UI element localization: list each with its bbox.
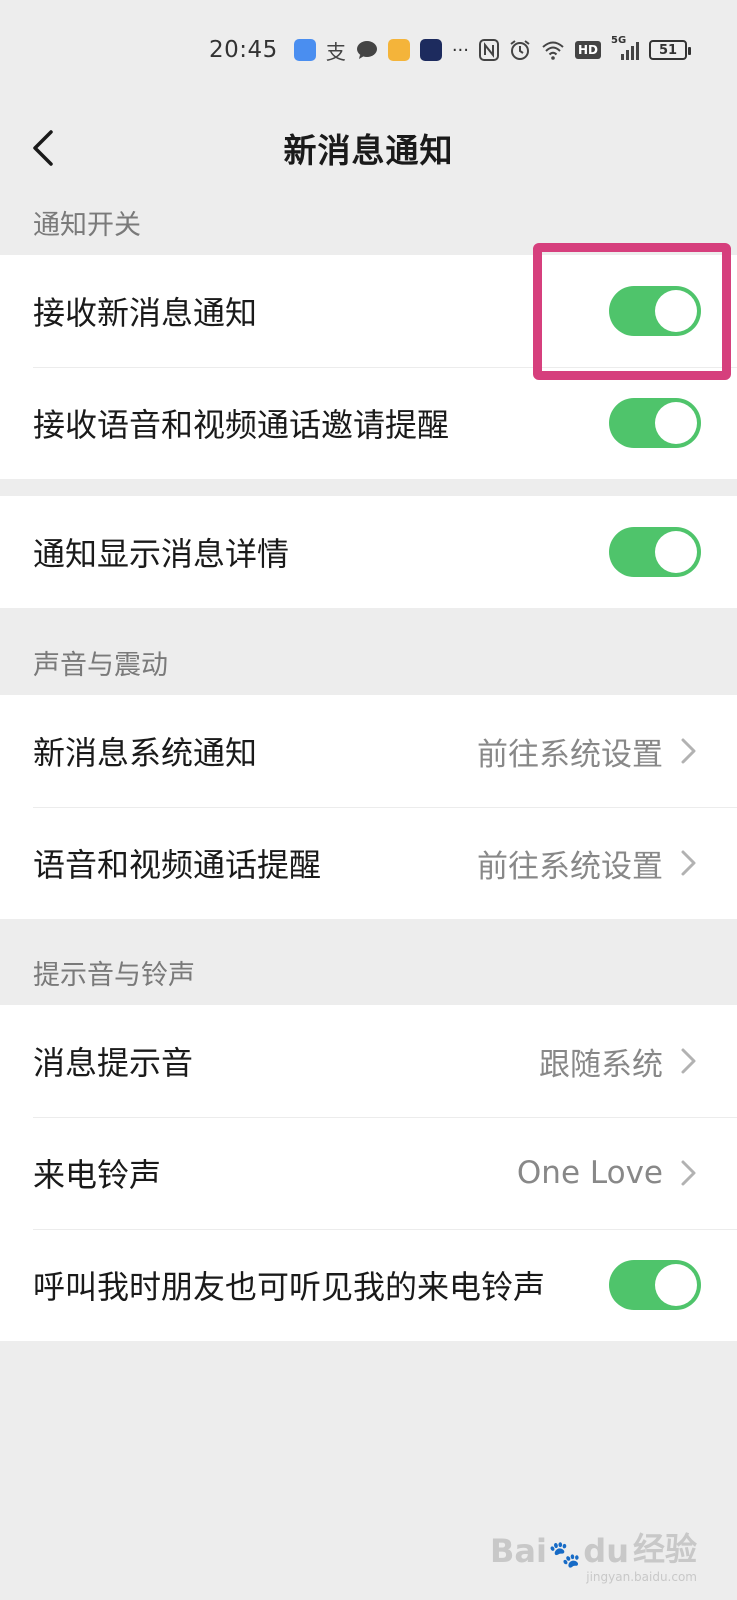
highlight-annotation-box bbox=[533, 243, 731, 380]
row-label: 通知显示消息详情 bbox=[33, 535, 290, 573]
watermark-suffix: 经验 bbox=[632, 1530, 697, 1568]
row-call-reminder[interactable]: 语音和视频通话提醒 前往系统设置 bbox=[0, 807, 737, 919]
watermark-brand2: du bbox=[583, 1532, 629, 1570]
chevron-right-icon bbox=[681, 850, 696, 876]
status-time: 20:45 bbox=[209, 37, 278, 63]
toggle-knob bbox=[655, 402, 697, 444]
signal-icon: 5G bbox=[611, 35, 639, 61]
more-dots: ··· bbox=[451, 39, 469, 61]
row-friends-hear-ringtone[interactable]: 呼叫我时朋友也可听见我的来电铃声 bbox=[0, 1229, 737, 1341]
row-value: One Love bbox=[516, 1155, 663, 1191]
row-label: 呼叫我时朋友也可听见我的来电铃声 bbox=[33, 1268, 546, 1306]
row-label: 来电铃声 bbox=[33, 1156, 162, 1194]
row-show-message-details[interactable]: 通知显示消息详情 bbox=[0, 496, 737, 608]
alarm-icon bbox=[509, 39, 531, 61]
friends-hear-ringtone-toggle[interactable] bbox=[609, 1260, 701, 1310]
navigation-header: 新消息通知 bbox=[0, 100, 737, 210]
chevron-right-icon bbox=[681, 738, 696, 764]
page-title: 新消息通知 bbox=[283, 131, 454, 170]
section-label-notifications: 通知开关 bbox=[33, 210, 141, 241]
row-value: 前往系统设置 bbox=[477, 736, 663, 773]
row-system-notification[interactable]: 新消息系统通知 前往系统设置 bbox=[0, 695, 737, 807]
watermark-url: jingyan.baidu.com bbox=[586, 1570, 697, 1584]
app-shield-icon bbox=[293, 39, 316, 61]
section-label-ringtone: 提示音与铃声 bbox=[33, 960, 195, 991]
baidu-watermark: Bai 🐾 du 经验 jingyan.baidu.com bbox=[489, 1524, 697, 1584]
wifi-icon bbox=[541, 40, 565, 60]
chevron-right-icon bbox=[681, 1048, 696, 1074]
row-message-sound[interactable]: 消息提示音 跟随系统 bbox=[0, 1005, 737, 1117]
toggle-knob bbox=[655, 1264, 697, 1306]
receive-call-invite-toggle[interactable] bbox=[609, 398, 701, 448]
hd-icon: HD bbox=[574, 41, 601, 59]
nfc-icon bbox=[478, 39, 499, 61]
toggle-knob bbox=[655, 531, 697, 573]
details-group: 通知显示消息详情 bbox=[0, 496, 737, 608]
row-label: 接收新消息通知 bbox=[33, 294, 258, 332]
ringtone-group: 消息提示音 跟随系统 来电铃声 One Love 呼叫我时朋友也可听见我的来电铃… bbox=[0, 1005, 737, 1341]
show-message-details-toggle[interactable] bbox=[609, 527, 701, 577]
alipay-icon: 支 bbox=[325, 39, 346, 64]
status-bar: 20:45 支 ··· HD 5G 51 bbox=[0, 0, 737, 100]
message-bubble-icon bbox=[356, 40, 378, 60]
row-label: 语音和视频通话提醒 bbox=[33, 846, 322, 884]
chevron-right-icon bbox=[681, 1160, 696, 1186]
sound-group: 新消息系统通知 前往系统设置 语音和视频通话提醒 前往系统设置 bbox=[0, 695, 737, 919]
battery-icon: 51 bbox=[649, 40, 691, 60]
app-robot-icon bbox=[419, 39, 442, 61]
row-receive-call-invite[interactable]: 接收语音和视频通话邀请提醒 bbox=[0, 367, 737, 479]
row-label: 新消息系统通知 bbox=[33, 734, 258, 772]
row-label: 消息提示音 bbox=[33, 1044, 194, 1082]
network-type: 5G bbox=[611, 35, 627, 46]
app-square-icon bbox=[387, 39, 410, 61]
watermark-brand: Bai bbox=[489, 1532, 547, 1570]
section-label-sound: 声音与震动 bbox=[33, 650, 168, 681]
row-value: 前往系统设置 bbox=[477, 848, 663, 885]
row-value: 跟随系统 bbox=[539, 1046, 663, 1083]
row-ringtone[interactable]: 来电铃声 One Love bbox=[0, 1117, 737, 1229]
paw-icon: 🐾 bbox=[548, 1540, 582, 1570]
row-label: 接收语音和视频通话邀请提醒 bbox=[33, 406, 450, 444]
